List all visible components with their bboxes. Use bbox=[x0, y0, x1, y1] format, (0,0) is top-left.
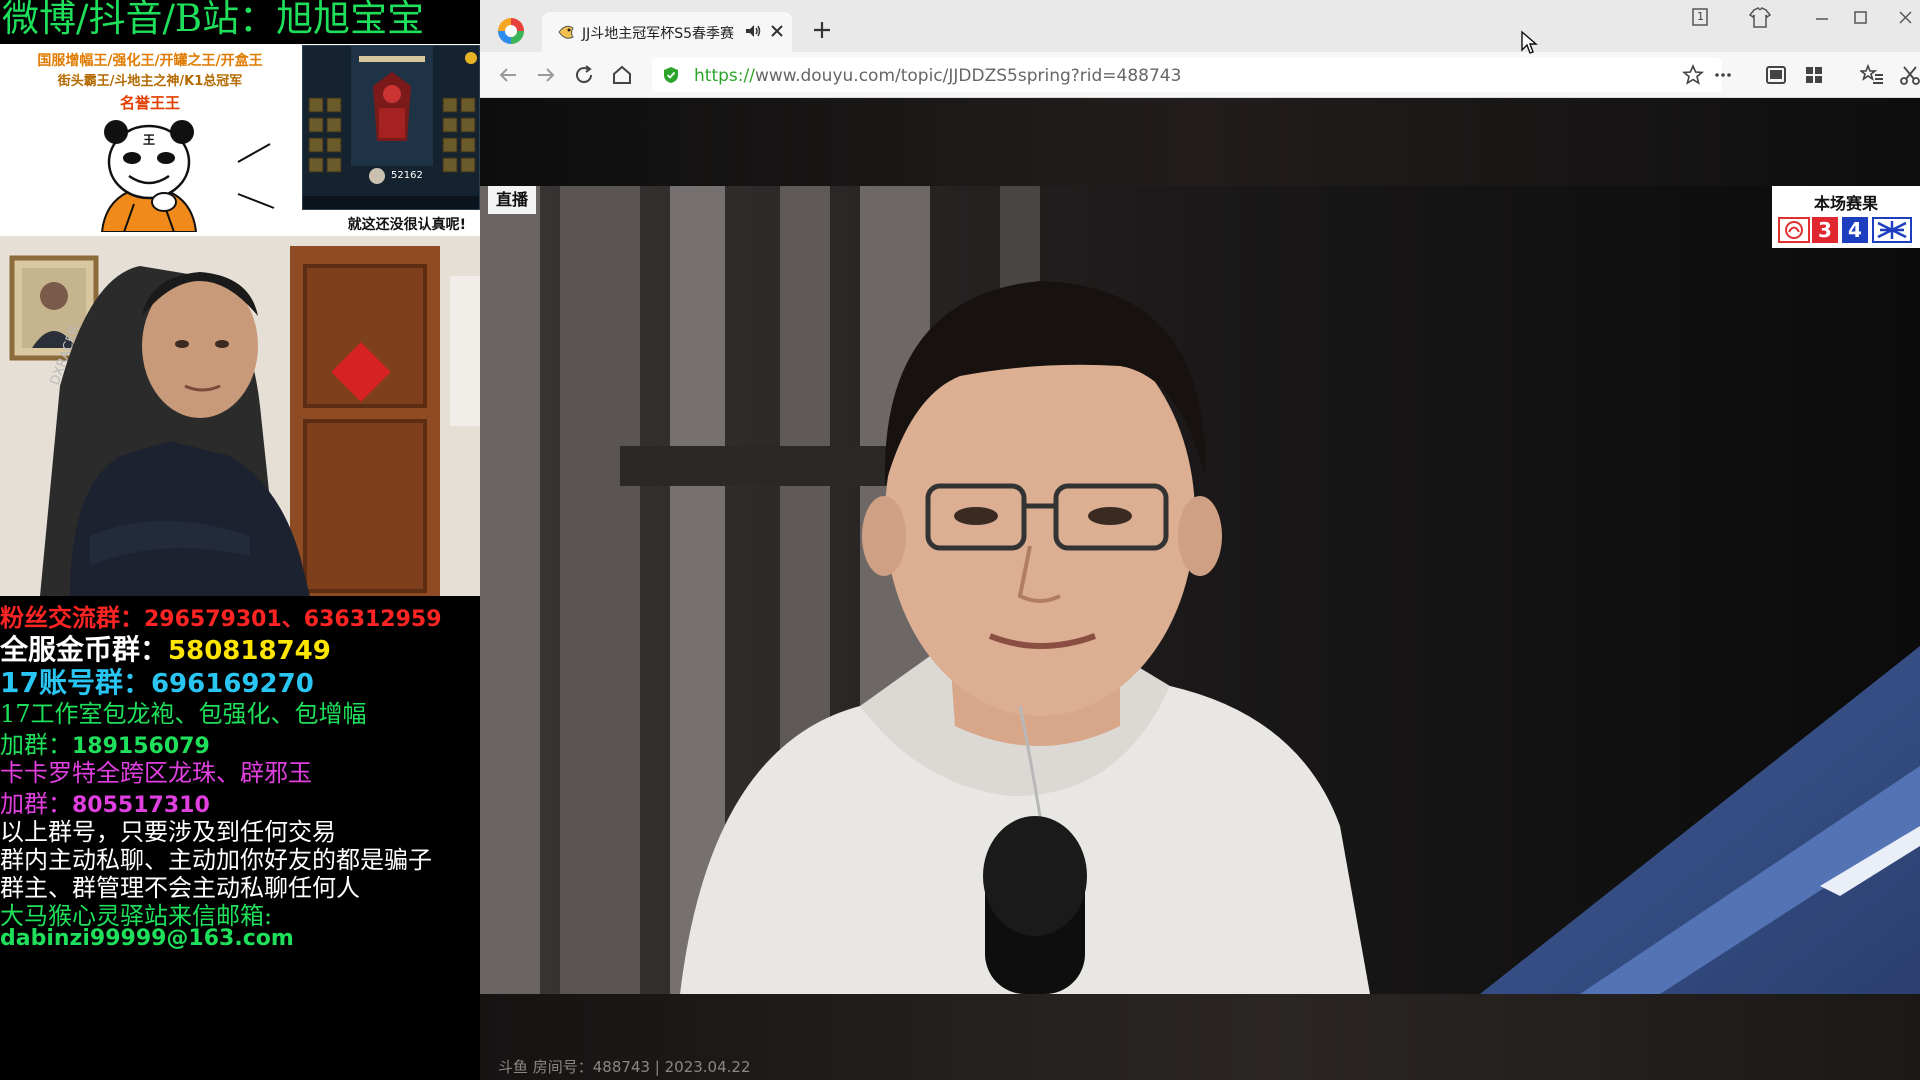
favorites-list-icon[interactable] bbox=[1860, 63, 1884, 87]
game-inventory-screenshot: 52162 bbox=[302, 45, 480, 210]
webcam-scene: DXRACER bbox=[0, 236, 480, 596]
match-score-panel: 本场赛果 3 4 bbox=[1772, 186, 1920, 248]
navigation-toolbar: https://www.douyu.com/topic/JJDDZS5sprin… bbox=[480, 52, 1920, 98]
team-b-emblem-icon bbox=[1877, 221, 1907, 239]
live-badge: 直播 bbox=[488, 186, 536, 214]
scissors-icon[interactable] bbox=[1898, 63, 1920, 87]
address-bar[interactable]: https://www.douyu.com/topic/JJDDZS5sprin… bbox=[652, 58, 1731, 92]
team-a-score: 3 bbox=[1812, 217, 1838, 243]
reader-mode-icon[interactable] bbox=[1764, 63, 1788, 87]
promo-title-line: 国服增幅王/强化王/开罐之王/开盒王 bbox=[37, 53, 263, 69]
svg-text:王: 王 bbox=[143, 133, 155, 147]
team-a-emblem-icon bbox=[1785, 221, 1803, 239]
maximize-window-icon[interactable] bbox=[1846, 6, 1874, 30]
studio-service-line: 17工作室包龙袍、包强化、包增幅 bbox=[0, 700, 367, 728]
game-stat-value: 52162 bbox=[391, 170, 423, 181]
video-top-letterbox bbox=[480, 98, 1920, 186]
more-dots-icon[interactable] bbox=[1712, 64, 1734, 86]
video-player[interactable]: 直播 本场赛果 3 4 斗鱼 房间号：488743 | 2023.04.22 bbox=[480, 98, 1920, 1080]
meme-motion-lines bbox=[237, 143, 275, 209]
url-text[interactable]: https://www.douyu.com/topic/JJDDZS5sprin… bbox=[694, 66, 1181, 86]
mailbox-address: dabinzi99999@163.com bbox=[0, 926, 294, 951]
tab-strip: JJ斗地主冠军杯S5春季赛 1 bbox=[480, 0, 1920, 54]
score-panel-title: 本场赛果 bbox=[1813, 194, 1878, 213]
new-tab-plus-icon[interactable] bbox=[810, 18, 834, 42]
apps-grid-icon[interactable] bbox=[1802, 63, 1826, 87]
player-interview-scene bbox=[480, 186, 1920, 994]
close-tab-icon[interactable] bbox=[768, 22, 786, 40]
browser-logo-icon bbox=[498, 18, 524, 44]
stream-overlay-panel: 微博/抖音/B站：旭旭宝宝 国服增幅王/强化王/开罐之王/开盒王 街头霸王/斗地… bbox=[0, 0, 480, 1080]
home-icon[interactable] bbox=[610, 63, 634, 87]
promo-subtitle-line: 街头霸王/斗地主之神/K1总冠军 bbox=[57, 74, 243, 89]
team-b-score: 4 bbox=[1842, 217, 1868, 243]
url-path: www.douyu.com/topic/JJDDZS5spring?rid=48… bbox=[754, 66, 1182, 86]
team-a-logo bbox=[1778, 217, 1810, 243]
tab-count-value: 1 bbox=[1697, 10, 1704, 23]
minimize-window-icon[interactable] bbox=[1808, 6, 1836, 30]
promo-caption: 就这还没很认真呢! bbox=[347, 217, 466, 233]
tab-jj-doudizhu[interactable]: JJ斗地主冠军杯S5春季赛 bbox=[542, 12, 792, 52]
game-scene-graphic bbox=[303, 46, 479, 209]
promo-honor-line: 名誉王王 bbox=[119, 94, 180, 112]
skin-shirt-icon[interactable] bbox=[1746, 6, 1774, 30]
browser-window: JJ斗地主冠军杯S5春季赛 1 https://www.douyu.com/to… bbox=[480, 0, 1920, 1080]
star-bookmark-icon[interactable] bbox=[1682, 64, 1704, 86]
speaker-icon[interactable] bbox=[744, 22, 762, 40]
shield-check-icon bbox=[664, 67, 678, 83]
forward-arrow-icon[interactable] bbox=[534, 63, 558, 87]
close-window-icon[interactable] bbox=[1892, 6, 1920, 30]
screen: 微博/抖音/B站：旭旭宝宝 国服增幅王/强化王/开罐之王/开盒王 街头霸王/斗地… bbox=[0, 0, 1920, 1080]
reload-icon[interactable] bbox=[572, 63, 596, 87]
video-frame[interactable] bbox=[480, 186, 1920, 994]
tab-title: JJ斗地主冠军杯S5春季赛 bbox=[582, 26, 735, 42]
back-arrow-icon[interactable] bbox=[496, 63, 520, 87]
streamer-webcam: DXRACER bbox=[0, 236, 480, 596]
room-info-watermark: 斗鱼 房间号：488743 | 2023.04.22 bbox=[498, 1058, 751, 1076]
panda-meme-image: 王 bbox=[100, 120, 198, 232]
tab-count-button[interactable]: 1 bbox=[1686, 6, 1714, 30]
overlay-title: 微博/抖音/B站：旭旭宝宝 bbox=[2, 0, 425, 40]
promo-card: 国服增幅王/强化王/开罐之王/开盒王 街头霸王/斗地主之神/K1总冠军 名誉王王… bbox=[0, 44, 480, 236]
kakarot-service-line: 卡卡罗特全跨区龙珠、辟邪玉 bbox=[0, 759, 312, 787]
team-b-logo bbox=[1872, 217, 1912, 243]
url-scheme: https:// bbox=[694, 66, 755, 86]
mouse-pointer-icon bbox=[1521, 30, 1538, 54]
douyu-favicon-icon bbox=[558, 25, 574, 39]
